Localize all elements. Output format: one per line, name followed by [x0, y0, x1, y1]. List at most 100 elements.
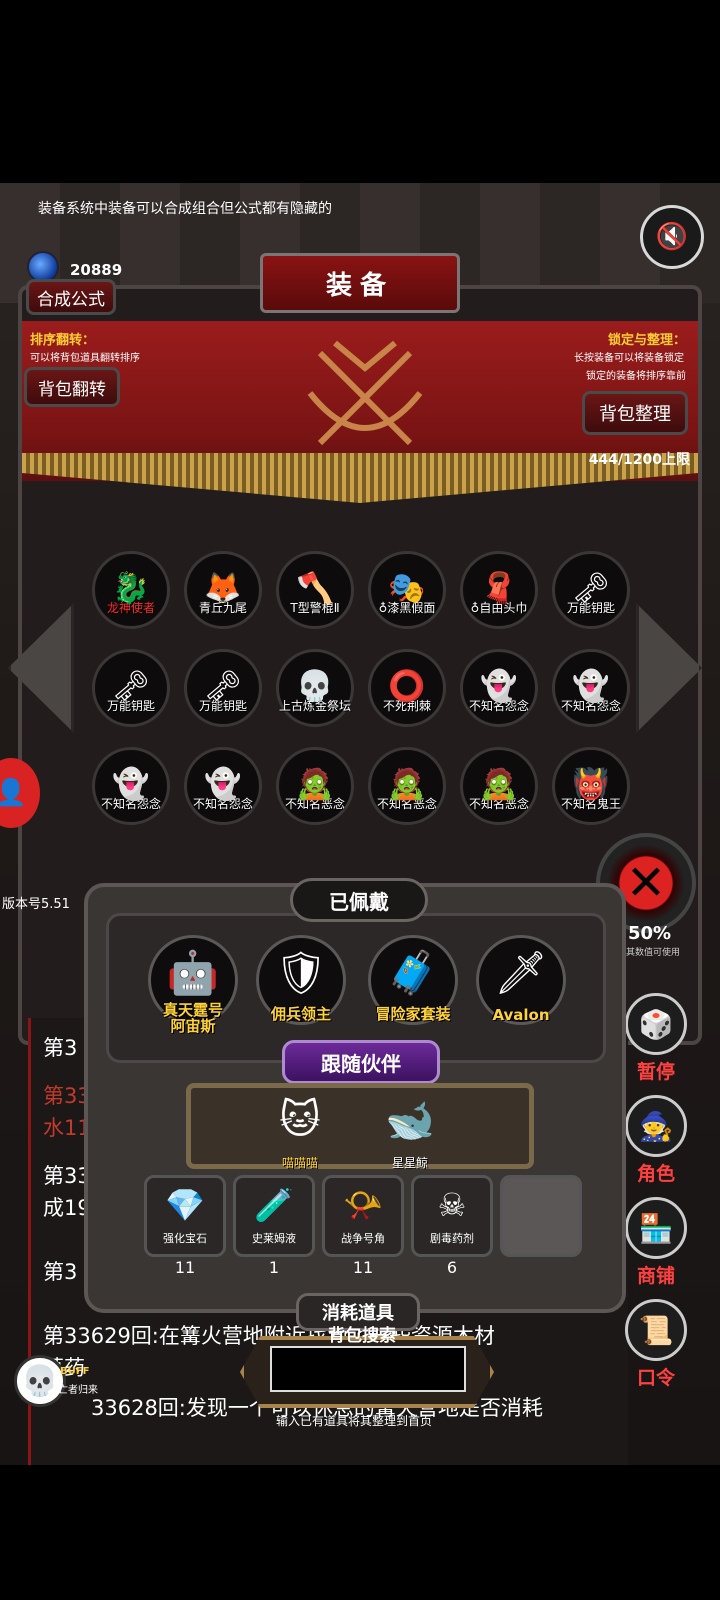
- consumable-slot[interactable]: ☠ 剧毒药剂 6: [411, 1175, 493, 1277]
- inventory-slot[interactable]: 🧟 不知名恶念: [276, 747, 354, 825]
- flip-bag-button[interactable]: 背包翻转: [24, 367, 120, 407]
- consumable-count: 1: [268, 1258, 280, 1277]
- companion-item[interactable]: 🐋 星星鲸: [370, 1093, 450, 1170]
- inventory-slot[interactable]: 👹 不知名鬼王: [552, 747, 630, 825]
- capacity-text: 444/1200上限: [588, 452, 690, 468]
- inventory-slot[interactable]: 🧣 ♁自由头巾: [460, 551, 538, 629]
- consumable-count: 11: [174, 1258, 196, 1277]
- consumable-label: 剧毒药剂: [430, 1232, 474, 1245]
- adventurer-icon: 🧳: [386, 948, 440, 997]
- sort-flip-desc: 可以将背包道具翻转排序: [30, 353, 140, 364]
- close-icon: ✕: [625, 855, 667, 911]
- consumable-slot[interactable]: 📯 战争号角 11: [322, 1175, 404, 1277]
- item-icon: 🧟: [388, 766, 426, 802]
- item-icon: 🧟: [296, 766, 334, 802]
- item-icon: 👹: [572, 766, 610, 802]
- percent-value: 50%: [628, 923, 672, 944]
- speaker-mute-icon: 🔇: [655, 222, 689, 252]
- panel-title: 装备: [260, 253, 460, 313]
- password-button[interactable]: 📜 口令: [622, 1299, 690, 1390]
- inventory-slot[interactable]: 👻 不知名怨念: [460, 649, 538, 727]
- inventory-slot[interactable]: 👻 不知名怨念: [552, 649, 630, 727]
- gem-count: 20889: [70, 261, 123, 279]
- consumable-slot-empty[interactable]: [500, 1175, 582, 1257]
- inventory-slot[interactable]: 💀 上古炼金祭坛: [276, 649, 354, 727]
- consumable-label: 史莱姆液: [252, 1232, 296, 1245]
- inventory-slot[interactable]: 🎭 ♁漆黑假面: [368, 551, 446, 629]
- item-icon: 🎭: [388, 570, 426, 606]
- inventory-slot[interactable]: 🦊 青丘九尾: [184, 551, 262, 629]
- inventory-slot[interactable]: 🧟 不知名恶念: [460, 747, 538, 825]
- companion-label: 星星鲸: [391, 1156, 429, 1170]
- password-label: 口令: [636, 1367, 675, 1389]
- item-icon: 💀: [296, 668, 334, 704]
- equipped-title: 已佩戴: [290, 878, 428, 922]
- character-button[interactable]: 🧙 角色: [622, 1095, 690, 1186]
- inventory-slot[interactable]: 👻 不知名怨念: [92, 747, 170, 825]
- search-title: 背包搜索: [328, 1326, 396, 1346]
- inventory-slot[interactable]: 🗝 万能钥匙: [552, 551, 630, 629]
- equipped-item[interactable]: 🧳 冒险家套装: [368, 935, 458, 1025]
- equipped-item[interactable]: 🤖 真天霆号 阿宙斯: [148, 935, 238, 1034]
- sort-bag-button[interactable]: 背包整理: [582, 391, 688, 435]
- item-icon: 👻: [112, 766, 150, 802]
- equipped-item-label: Avalon: [492, 1006, 550, 1024]
- item-icon: 🐉: [112, 570, 150, 606]
- inventory-slot[interactable]: 👻 不知名怨念: [184, 747, 262, 825]
- mecha-icon: 🤖: [166, 948, 220, 997]
- pause-button[interactable]: 🎲 暂停: [622, 993, 690, 1084]
- inventory-slot[interactable]: ⭕ 不死荆棘: [368, 649, 446, 727]
- potion-icon: 🧪: [254, 1186, 294, 1224]
- poison-icon: ☠: [437, 1186, 467, 1224]
- version-text: 版本号5.51: [2, 897, 70, 912]
- mute-button[interactable]: 🔇: [640, 205, 704, 269]
- lock-sort-heading: 锁定与整理：: [607, 333, 686, 348]
- inventory-slot[interactable]: 🗝 万能钥匙: [184, 649, 262, 727]
- consumable-slot[interactable]: 💎 强化宝石 11: [144, 1175, 226, 1277]
- equipped-item[interactable]: 🛡 佣兵领主: [256, 935, 346, 1025]
- character-label: 角色: [636, 1163, 675, 1185]
- scroll-icon: 📜: [625, 1299, 687, 1361]
- tip-text: 装备系统中装备可以合成组合但公式都有隐藏的: [38, 201, 332, 217]
- pause-label: 暂停: [636, 1061, 675, 1083]
- inventory-slot[interactable]: 🗝 万能钥匙: [92, 649, 170, 727]
- shop-button[interactable]: 🏪 商铺: [622, 1197, 690, 1288]
- horn-icon: 📯: [343, 1186, 383, 1224]
- companion-frame: [186, 1083, 534, 1169]
- companion-label: 喵喵喵: [281, 1156, 319, 1170]
- lock-sort-desc2: 锁定的装备将排序靠前: [586, 371, 686, 382]
- equipped-item[interactable]: 🗡 Avalon: [476, 935, 566, 1025]
- item-icon: 🗝: [203, 668, 243, 704]
- consumable-label: 战争号角: [341, 1232, 385, 1245]
- log-line: 第3: [43, 1036, 78, 1060]
- item-icon: 🧣: [480, 570, 518, 606]
- buff-sub: 亡者归来: [58, 1385, 98, 1396]
- search-input[interactable]: [270, 1346, 466, 1392]
- consumable-count: 6: [446, 1258, 458, 1277]
- shop-icon: 🏪: [625, 1197, 687, 1259]
- armor-icon: 🛡: [274, 948, 328, 997]
- companion-item[interactable]: 🐱 喵喵喵: [264, 1093, 336, 1170]
- buff-label: BUFF: [60, 1366, 90, 1377]
- inventory-slot[interactable]: 🪓 T型警棍Ⅱ: [276, 551, 354, 629]
- sword-icon: 🗡: [494, 948, 548, 997]
- shop-label: 商铺: [636, 1265, 675, 1287]
- whale-icon: 🐋: [385, 1098, 435, 1144]
- item-icon: 🗝: [571, 570, 611, 606]
- companion-title: 跟随伙伴: [282, 1040, 440, 1084]
- item-icon: ⭕: [388, 668, 426, 704]
- inventory-slot[interactable]: 🧟 不知名恶念: [368, 747, 446, 825]
- percent-sub: 其数值可使用: [626, 948, 681, 958]
- lock-sort-desc1: 长按装备可以将装备锁定: [574, 353, 684, 364]
- inventory-slot[interactable]: 🐉 龙神使者: [92, 551, 170, 629]
- consumable-slot[interactable]: 🧪 史莱姆液 1: [233, 1175, 315, 1277]
- formula-button[interactable]: 合成公式: [26, 279, 116, 315]
- equipped-item-label: 真天霆号 阿宙斯: [162, 1001, 224, 1035]
- game-screen: 装备系统中装备可以合成组合但公式都有隐藏的 🔇 20889 装备 合成公式 排序…: [0, 183, 720, 1465]
- item-icon: 🦊: [204, 570, 242, 606]
- item-icon: 👻: [572, 668, 610, 704]
- cat-icon: 🐱: [279, 1097, 321, 1143]
- search-hint: 输入已有道具将其整理到首页: [276, 1414, 433, 1428]
- equipped-item-label: 冒险家套装: [375, 1005, 451, 1023]
- log-line: 第3: [43, 1260, 78, 1284]
